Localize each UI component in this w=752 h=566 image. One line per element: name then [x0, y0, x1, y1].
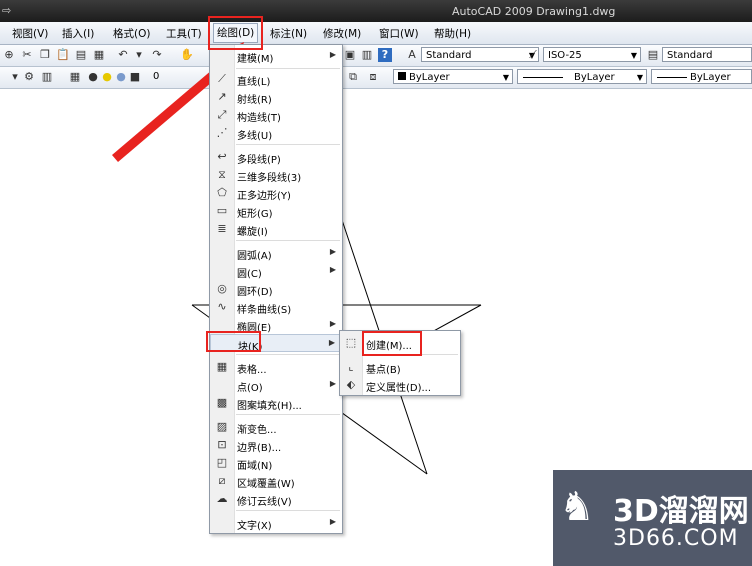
draw-item-circle[interactable]: 圆(C) ▶ [210, 262, 342, 280]
watermark-domain: 3D66.COM [613, 526, 739, 551]
polygon-icon: ⬠ [217, 186, 227, 199]
menu-item-label: 图案填充(H)... [237, 401, 302, 412]
menu-item-label: 直线(L) [237, 77, 271, 88]
base-point-icon: ⌞ [348, 360, 354, 373]
3d-polyline-icon: ⧖ [218, 168, 226, 181]
draw-item-construction-line[interactable]: ⤢ 构造线(T) [210, 106, 342, 124]
menu-item-label: 文字(X) [237, 521, 272, 532]
region-icon: ◰ [216, 456, 228, 469]
menu-item-label: 构造线(T) [237, 113, 281, 124]
spline-icon: ∿ [217, 300, 227, 313]
menu-item-label: 圆环(D) [237, 287, 273, 298]
block-item-define-attribute[interactable]: ⬖ 定义属性(D)... [340, 376, 460, 394]
submenu-arrow-icon: ▶ [329, 319, 336, 328]
menu-separator [236, 354, 340, 355]
highlight-create-item [362, 331, 422, 356]
hatch-icon: ▩ [216, 396, 228, 409]
block-create-icon: ⬚ [345, 336, 357, 349]
menu-item-label: 多线(U) [237, 131, 273, 142]
boundary-icon: ⊡ [217, 438, 227, 451]
menu-item-label: 样条曲线(S) [237, 305, 292, 316]
menu-item-label: 边界(B)... [237, 443, 282, 454]
draw-item-donut[interactable]: ◎ 圆环(D) [210, 280, 342, 298]
draw-item-line[interactable]: ⟋ 直线(L) [210, 70, 342, 88]
draw-item-table[interactable]: ▦ 表格... [210, 358, 342, 376]
menu-item-label: 建模(M) [237, 54, 274, 65]
draw-item-spline[interactable]: ∿ 样条曲线(S) [210, 298, 342, 316]
draw-item-ray[interactable]: ↗ 射线(R) [210, 88, 342, 106]
menu-separator [236, 240, 340, 241]
watermark: ♞ 3D溜溜网 3D66.COM [553, 470, 752, 566]
define-attribute-icon: ⬖ [346, 378, 356, 391]
draw-item-polygon[interactable]: ⬠ 正多边形(Y) [210, 184, 342, 202]
helix-icon: ≣ [217, 222, 227, 235]
menu-item-label: 面域(N) [237, 461, 273, 472]
menu-separator [236, 510, 340, 511]
draw-item-hatch[interactable]: ▩ 图案填充(H)... [210, 394, 342, 412]
submenu-arrow-icon: ▶ [328, 338, 335, 347]
table-icon: ▦ [216, 360, 228, 373]
polyline-icon: ↩ [217, 150, 227, 163]
draw-item-region[interactable]: ◰ 面域(N) [210, 454, 342, 472]
menu-separator [236, 414, 340, 415]
draw-item-rectangle[interactable]: ▭ 矩形(G) [210, 202, 342, 220]
draw-item-wipeout[interactable]: ⧄ 区域覆盖(W) [210, 472, 342, 490]
draw-item-boundary[interactable]: ⊡ 边界(B)... [210, 436, 342, 454]
menu-item-label: 区域覆盖(W) [237, 479, 295, 490]
draw-item-text[interactable]: 文字(X) ▶ [210, 514, 342, 532]
rectangle-icon: ▭ [216, 204, 228, 217]
wipeout-icon: ⧄ [218, 474, 226, 487]
menu-item-label: 表格... [237, 365, 267, 376]
ray-icon: ↗ [217, 90, 227, 103]
submenu-arrow-icon: ▶ [329, 379, 336, 388]
menu-item-label: 三维多段线(3) [237, 173, 302, 184]
menu-separator [236, 68, 340, 69]
menu-item-label: 螺旋(I) [237, 227, 268, 238]
menu-item-label: 正多边形(Y) [237, 191, 291, 202]
menu-item-label: 点(O) [237, 383, 263, 394]
revcloud-icon: ☁ [216, 492, 228, 505]
highlight-block-item [206, 331, 261, 352]
menu-separator [236, 144, 340, 145]
menu-item-label: 矩形(G) [237, 209, 273, 220]
draw-menu-dropdown: 建模(M) ▶ ⟋ 直线(L) ↗ 射线(R) ⤢ 构造线(T) ⋰ 多线(U)… [209, 44, 343, 534]
submenu-arrow-icon: ▶ [329, 517, 336, 526]
donut-icon: ◎ [217, 282, 227, 295]
draw-item-3d-polyline[interactable]: ⧖ 三维多段线(3) [210, 166, 342, 184]
draw-item-gradient[interactable]: ▨ 渐变色... [210, 418, 342, 436]
draw-item-polyline[interactable]: ↩ 多段线(P) [210, 148, 342, 166]
block-item-base-point[interactable]: ⌞ 基点(B) [340, 358, 460, 376]
menu-item-label: 修订云线(V) [237, 497, 292, 508]
draw-item-arc[interactable]: 圆弧(A) ▶ [210, 244, 342, 262]
construction-line-icon: ⤢ [217, 108, 227, 121]
submenu-arrow-icon: ▶ [329, 265, 336, 274]
watermark-brand: 3D溜溜网 [613, 494, 749, 529]
draw-item-helix[interactable]: ≣ 螺旋(I) [210, 220, 342, 238]
menu-item-label: 基点(B) [366, 365, 401, 376]
deer-logo-icon: ♞ [559, 484, 595, 530]
menu-item-label: 圆(C) [237, 269, 262, 280]
submenu-arrow-icon: ▶ [329, 50, 336, 59]
menu-item-label: 多段线(P) [237, 155, 281, 166]
draw-item-multiline[interactable]: ⋰ 多线(U) [210, 124, 342, 142]
menu-item-label: 射线(R) [237, 95, 272, 106]
gradient-icon: ▨ [216, 420, 228, 433]
submenu-arrow-icon: ▶ [329, 247, 336, 256]
menu-item-label: 定义属性(D)... [366, 383, 432, 394]
menu-item-label: 渐变色... [237, 425, 277, 436]
menu-item-label: 圆弧(A) [237, 251, 272, 262]
multiline-icon: ⋰ [216, 126, 228, 139]
line-icon: ⟋ [218, 72, 226, 85]
highlight-draw-menu [208, 16, 263, 50]
draw-item-revcloud[interactable]: ☁ 修订云线(V) [210, 490, 342, 508]
draw-item-point[interactable]: 点(O) ▶ [210, 376, 342, 394]
